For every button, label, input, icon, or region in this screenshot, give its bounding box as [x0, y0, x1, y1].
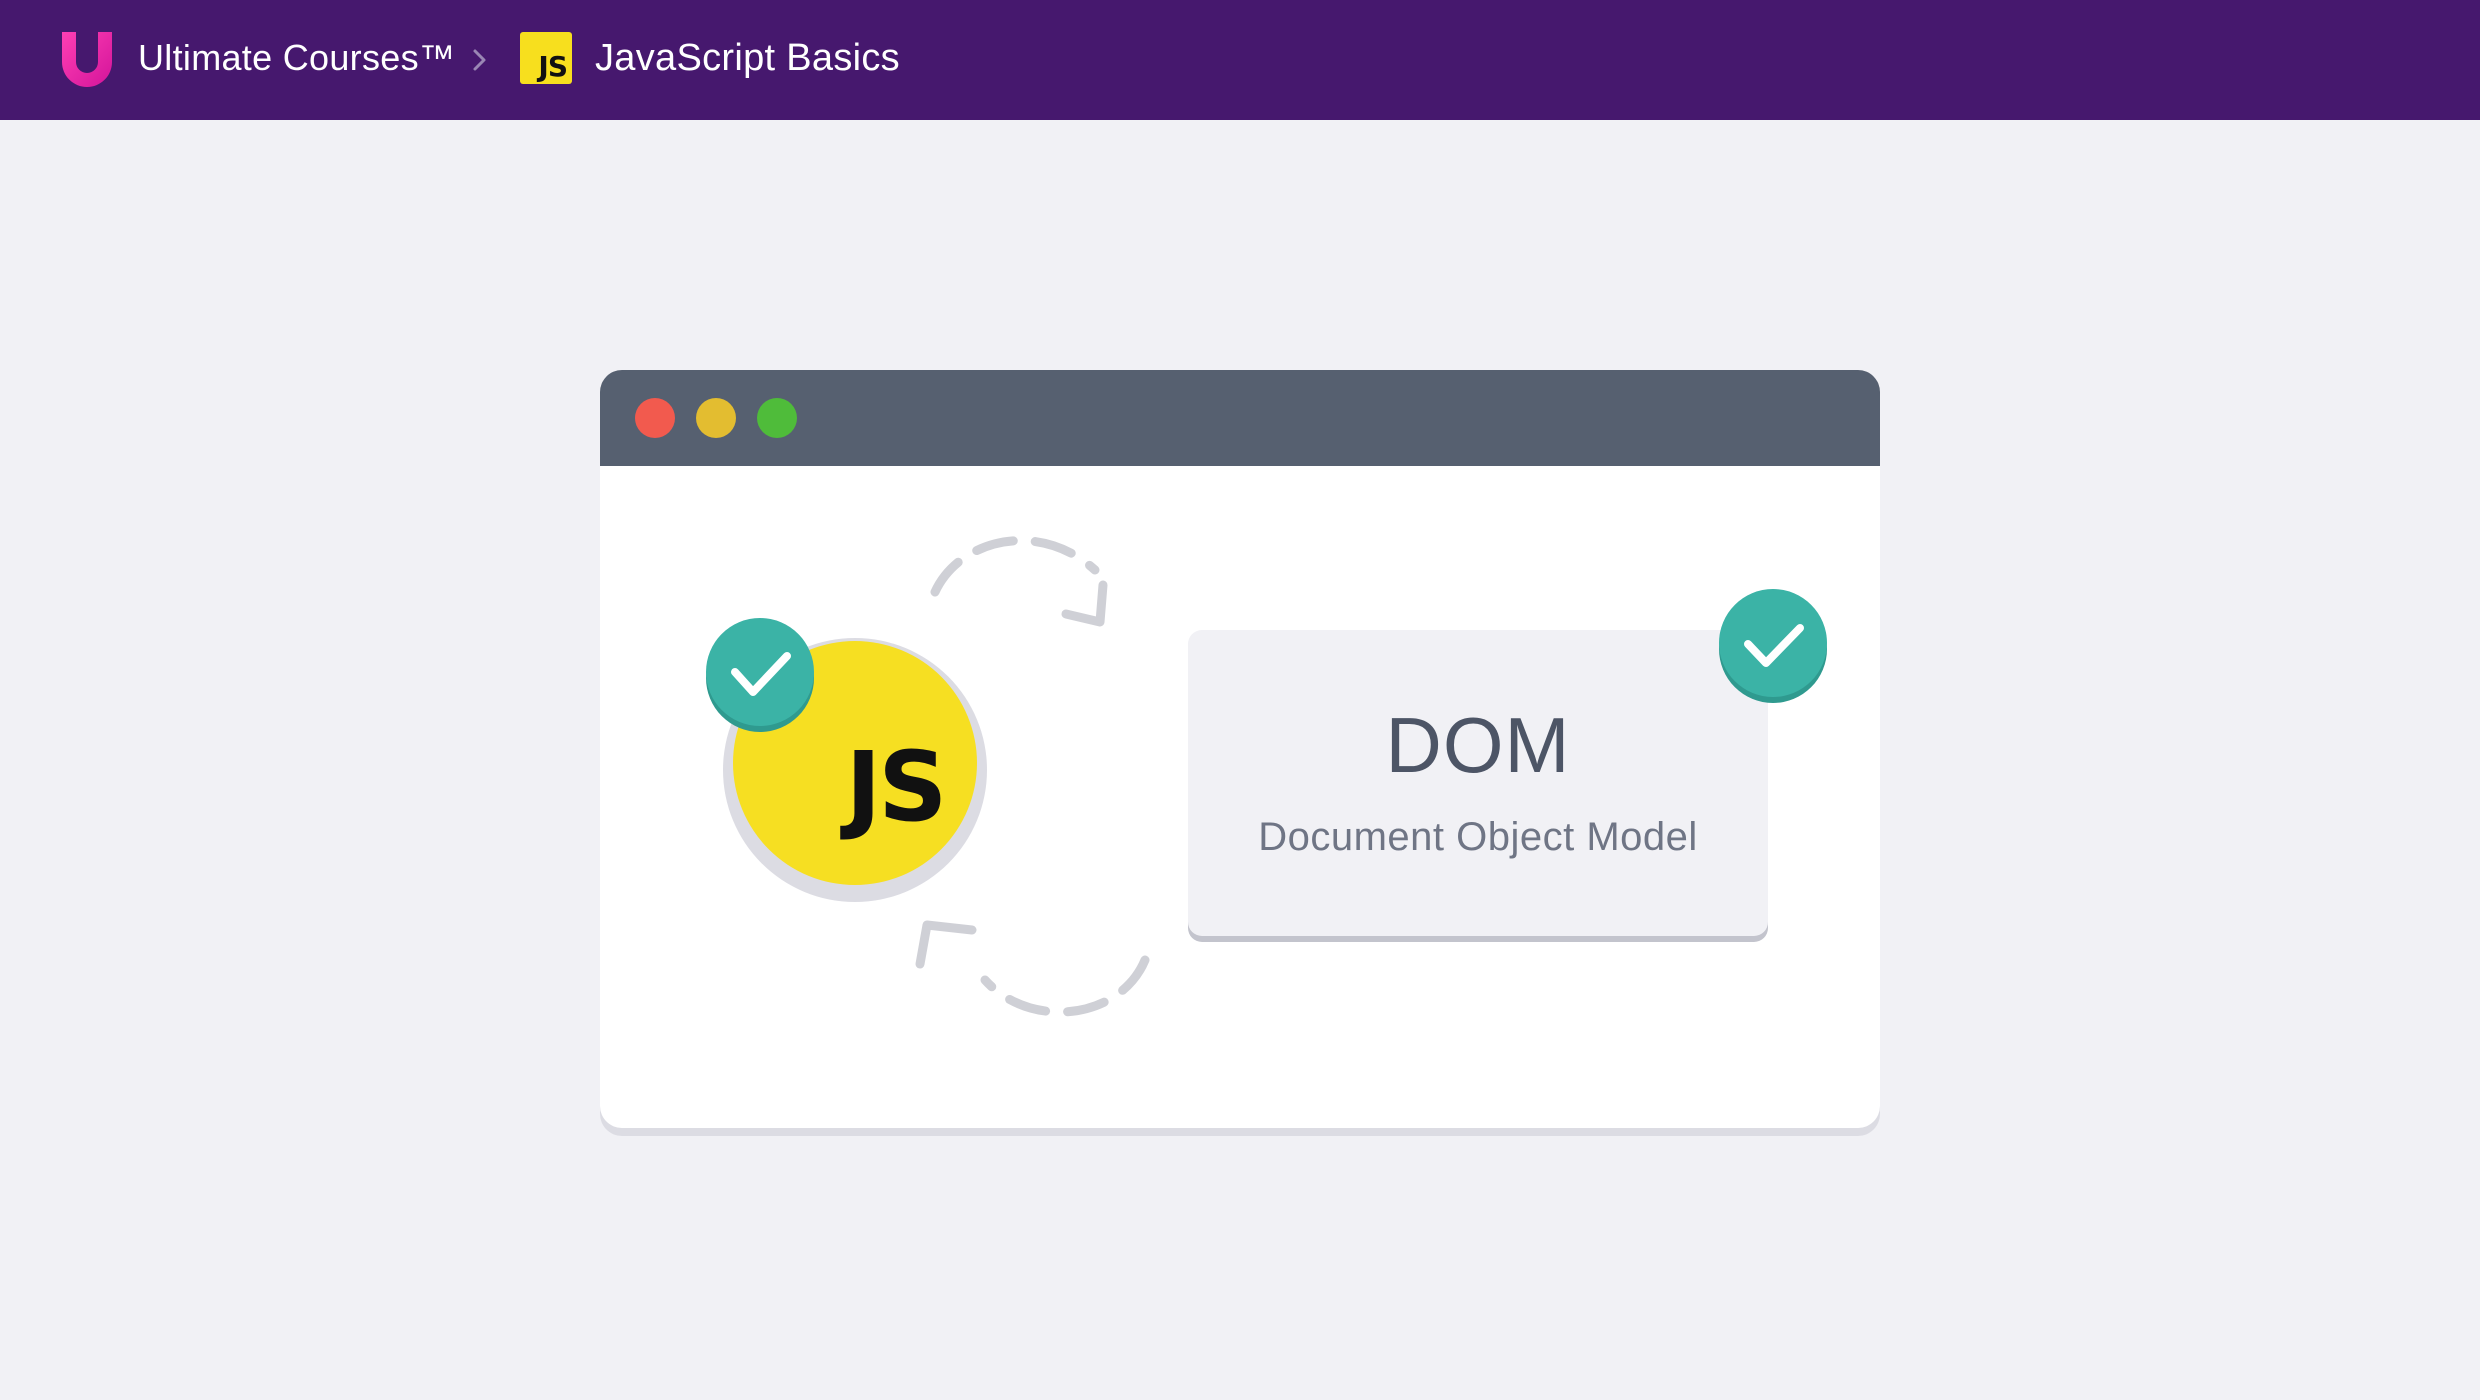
- javascript-badge-icon: JS: [520, 32, 572, 84]
- dom-card: DOM Document Object Model: [1188, 630, 1768, 936]
- arrowhead-top-icon: [1061, 580, 1108, 627]
- ultimate-courses-logo-icon[interactable]: [58, 30, 116, 90]
- chevron-right-icon: [473, 49, 486, 71]
- top-navigation-bar: Ultimate Courses™ JS JavaScript Basics: [0, 0, 2480, 120]
- js-checkmark-icon: [706, 618, 814, 732]
- dom-title: DOM: [1385, 701, 1571, 789]
- dom-checkmark-icon: [1719, 589, 1827, 703]
- arrowhead-bottom-icon: [922, 958, 973, 977]
- browser-window-illustration: JS DOM Document Object Model: [600, 370, 1880, 1128]
- dom-subtitle: Document Object Model: [1258, 815, 1698, 859]
- dashed-arrow-bottom-icon: [980, 955, 1150, 1017]
- js-logo-text: JS: [845, 731, 948, 843]
- dashed-arrow-top-icon: [930, 536, 1100, 597]
- course-title[interactable]: JavaScript Basics: [595, 35, 900, 81]
- brand-name[interactable]: Ultimate Courses™: [138, 36, 455, 80]
